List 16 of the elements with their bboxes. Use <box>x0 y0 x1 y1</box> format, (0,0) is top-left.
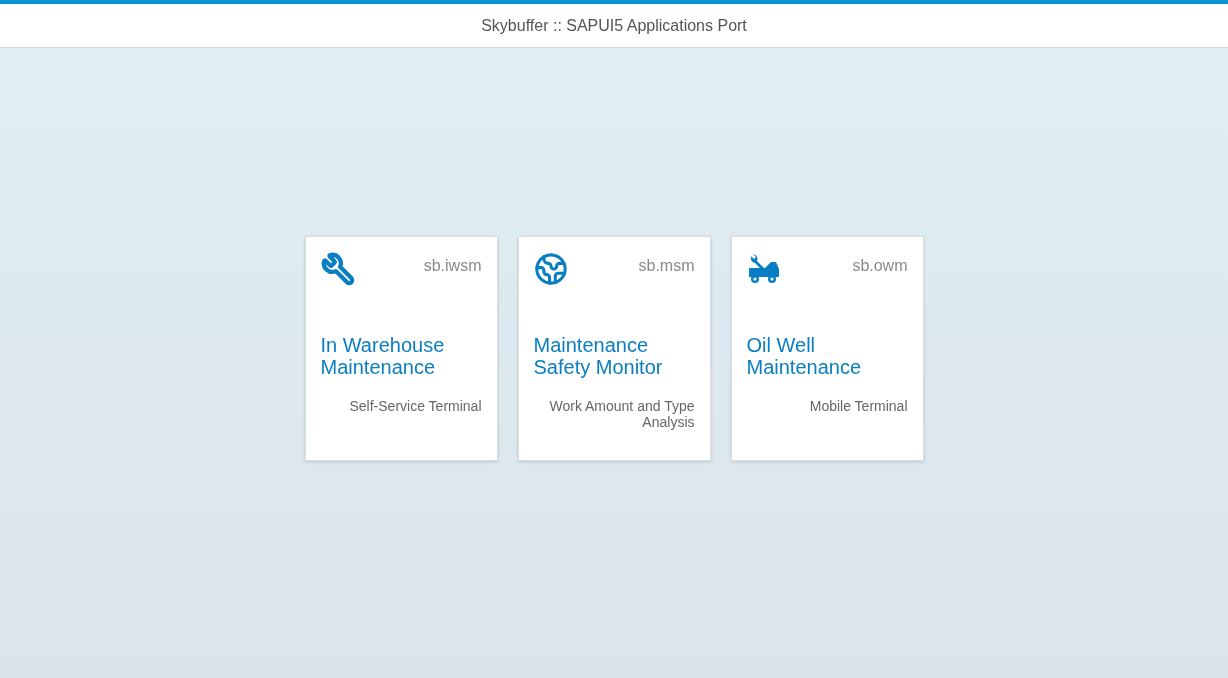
app-code: sb.msm <box>638 256 695 276</box>
tile-title: In Warehouse Maintenance <box>320 334 446 378</box>
tile-subtitle: Self-Service Terminal <box>348 398 482 414</box>
app-tile[interactable]: sb.msm Maintenance Safety Monitor Work Amount and Type Analysis <box>517 236 711 461</box>
tile-title: Oil Well Maintenance <box>746 334 863 378</box>
tile-subtitle: Work Amount and Type Analysis <box>548 398 695 430</box>
tile-subtitle: Mobile Terminal <box>808 398 908 414</box>
app-tile[interactable]: sb.iwsm In Warehouse Maintenance Self-Service Terminal <box>304 236 498 461</box>
globe-icon <box>533 252 568 286</box>
wrench-icon <box>320 252 355 286</box>
app-code: sb.iwsm <box>423 256 482 276</box>
app-code: sb.owm <box>852 256 908 276</box>
header-title: Skybuffer :: SAPUI5 Applications Port <box>481 15 747 36</box>
tile-title: Maintenance Safety Monitor <box>533 334 664 378</box>
app-tile[interactable]: sb.owm Oil Well Maintenance Mobile Terminal <box>730 236 924 461</box>
truck-icon <box>746 252 781 286</box>
